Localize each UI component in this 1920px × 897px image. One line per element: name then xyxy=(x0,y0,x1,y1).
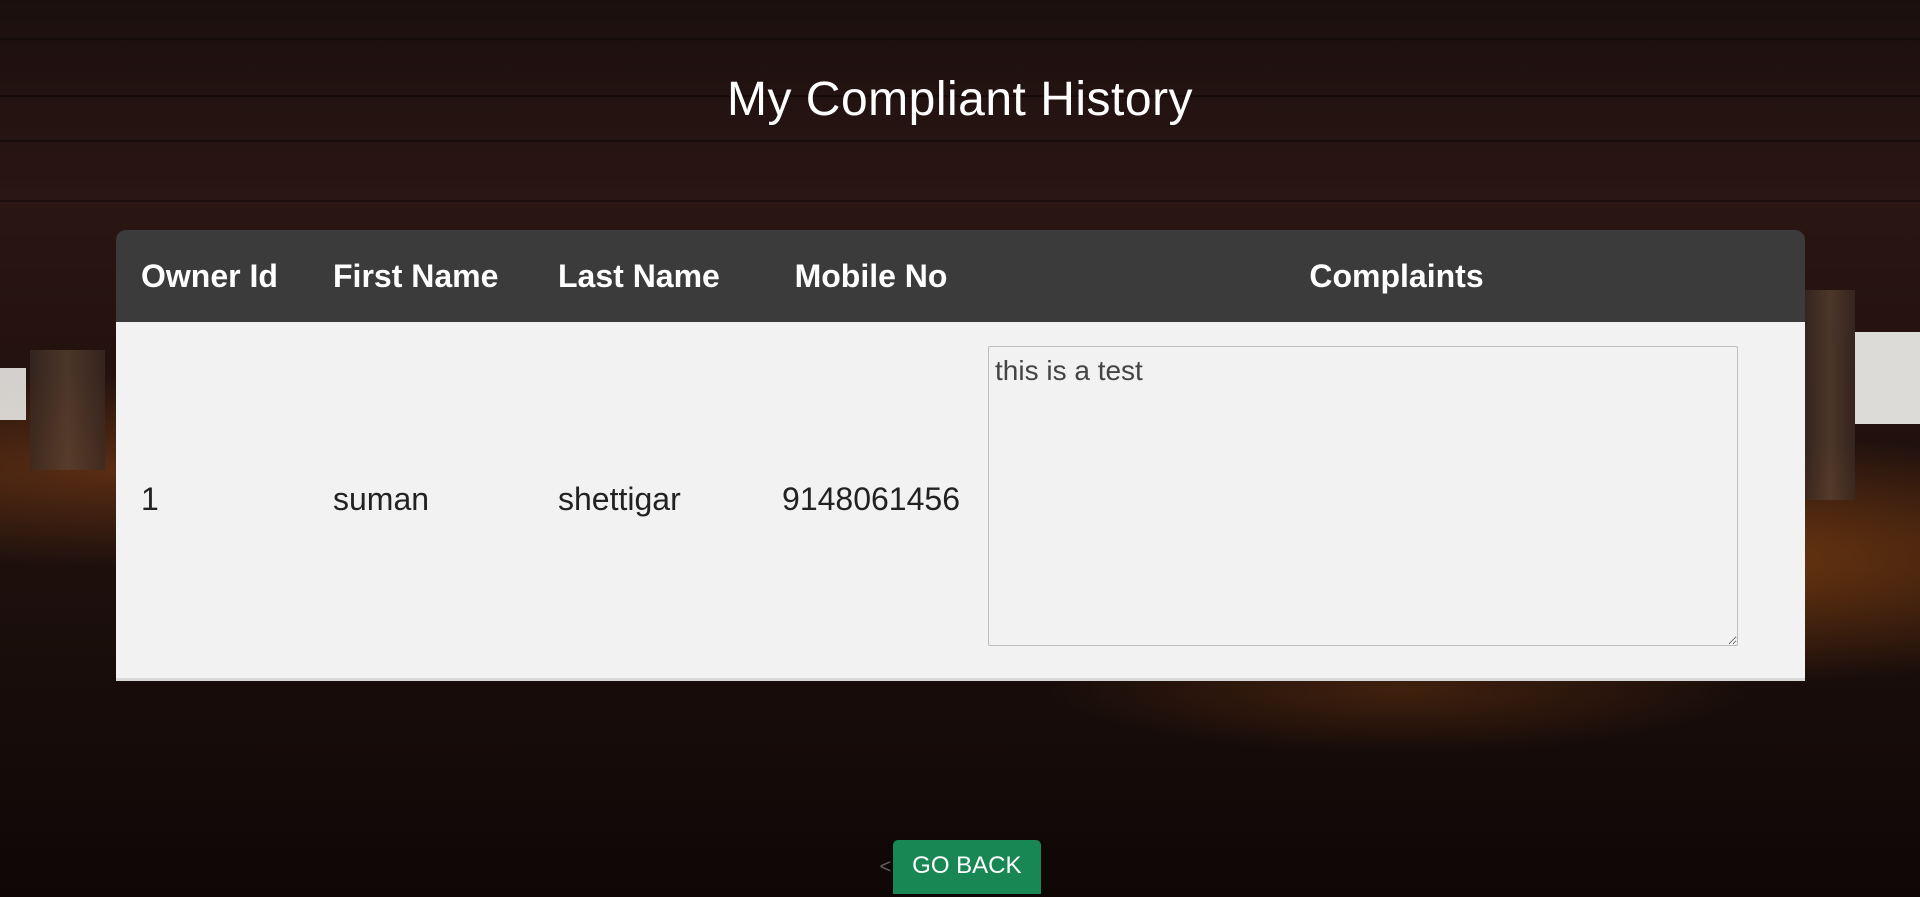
back-link-container: < GO BACK xyxy=(0,840,1920,894)
complaint-history-table: Owner Id First Name Last Name Mobile No … xyxy=(116,230,1805,681)
page-title: My Compliant History xyxy=(726,73,1194,126)
cell-last-name: shettigar xyxy=(558,481,681,518)
cell-mobile-no: 9148061456 xyxy=(782,481,960,518)
cell-first-name: suman xyxy=(333,481,430,518)
header-mobile-no: Mobile No xyxy=(794,257,948,294)
complaint-textarea[interactable]: this is a test xyxy=(988,345,1738,646)
header-first-name: First Name xyxy=(333,257,499,294)
header-complaints: Complaints xyxy=(1309,257,1484,294)
header-last-name: Last Name xyxy=(558,257,720,294)
table-row: 1 suman shettigar 9148061456 this is a t… xyxy=(116,322,1805,679)
cell-owner-id: 1 xyxy=(141,481,159,518)
cell-complaints: this is a test xyxy=(988,322,1805,679)
back-arrow-icon: < xyxy=(879,855,892,878)
go-back-button[interactable]: GO BACK xyxy=(893,840,1041,894)
header-owner-id: Owner Id xyxy=(141,257,278,294)
table-header-row: Owner Id First Name Last Name Mobile No … xyxy=(116,230,1805,322)
